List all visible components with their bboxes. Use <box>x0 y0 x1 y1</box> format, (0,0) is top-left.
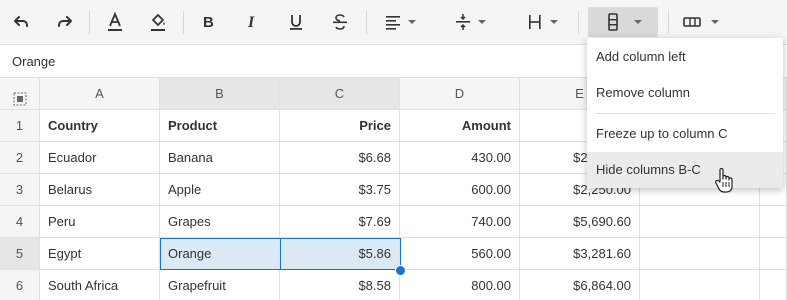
table-cell[interactable]: $3,281.60 <box>520 238 640 270</box>
menu-item-freeze-columns[interactable]: Freeze up to column C <box>587 116 783 152</box>
strikethrough-button[interactable] <box>325 7 355 37</box>
column-actions-menu: Add column left Remove column Freeze up … <box>587 38 783 188</box>
column-header-d[interactable]: D <box>400 78 520 110</box>
menu-item-remove-column[interactable]: Remove column <box>587 75 783 111</box>
toolbar-separator <box>183 11 184 34</box>
table-cell[interactable] <box>640 206 760 238</box>
merge-icon <box>682 13 702 31</box>
select-all-button[interactable] <box>0 78 40 110</box>
svg-text:B: B <box>203 14 214 31</box>
table-cell[interactable]: 800.00 <box>400 270 520 300</box>
bold-icon: B <box>198 12 218 32</box>
chevron-down-icon <box>408 20 416 24</box>
column-actions-dropdown[interactable] <box>588 7 658 37</box>
menu-item-add-column-left[interactable]: Add column left <box>587 39 783 75</box>
table-cell[interactable]: 430.00 <box>400 142 520 174</box>
table-cell[interactable] <box>640 270 760 300</box>
redo-button[interactable] <box>50 7 80 37</box>
table-cell[interactable]: $3.75 <box>280 174 400 206</box>
table-cell[interactable]: $7.69 <box>280 206 400 238</box>
selected-cell[interactable]: $5.86 <box>280 238 400 270</box>
table-cell[interactable]: Amount <box>400 110 520 142</box>
table-cell[interactable]: 740.00 <box>400 206 520 238</box>
redo-icon <box>55 12 75 32</box>
table-cell[interactable] <box>760 206 787 238</box>
wrap-icon <box>526 13 544 31</box>
menu-item-hide-columns[interactable]: Hide columns B-C <box>587 152 783 188</box>
table-cell[interactable]: Price <box>280 110 400 142</box>
chevron-down-icon <box>710 20 719 24</box>
table-cell[interactable]: Product <box>160 110 280 142</box>
row-header[interactable]: 4 <box>0 206 40 238</box>
chevron-down-icon <box>478 20 486 24</box>
italic-icon: I <box>242 12 262 32</box>
row-header[interactable]: 3 <box>0 174 40 206</box>
column-icon <box>604 12 622 32</box>
table-cell[interactable]: 560.00 <box>400 238 520 270</box>
align-middle-icon <box>454 12 472 32</box>
undo-button[interactable] <box>6 7 36 37</box>
table-cell[interactable] <box>760 238 787 270</box>
column-header-b[interactable]: B <box>160 78 280 110</box>
toolbar-separator <box>366 11 367 34</box>
text-wrap-dropdown[interactable] <box>518 7 566 37</box>
svg-text:I: I <box>247 14 255 31</box>
fill-color-icon <box>148 11 168 33</box>
select-all-icon <box>13 86 27 109</box>
table-cell[interactable] <box>760 270 787 300</box>
table-cell[interactable]: Belarus <box>40 174 160 206</box>
undo-icon <box>11 12 31 32</box>
row-header[interactable]: 2 <box>0 142 40 174</box>
strikethrough-icon <box>330 12 350 32</box>
chevron-down-icon <box>550 20 558 24</box>
table-cell[interactable]: Country <box>40 110 160 142</box>
table-cell[interactable] <box>640 238 760 270</box>
toolbar-separator <box>578 11 579 34</box>
hand-pointer-cursor-icon <box>715 167 733 197</box>
table-cell[interactable]: Apple <box>160 174 280 206</box>
bold-button[interactable]: B <box>193 7 223 37</box>
underline-icon <box>286 12 306 32</box>
table-cell[interactable]: Grapes <box>160 206 280 238</box>
table-cell[interactable]: $5,690.60 <box>520 206 640 238</box>
menu-separator <box>595 113 775 114</box>
merge-dropdown[interactable] <box>676 7 724 37</box>
selected-cell[interactable]: Orange <box>160 238 280 270</box>
table-cell[interactable]: Ecuador <box>40 142 160 174</box>
vertical-align-dropdown[interactable] <box>446 7 494 37</box>
table-cell[interactable]: $6,864.00 <box>520 270 640 300</box>
table-cell[interactable]: $6.68 <box>280 142 400 174</box>
table-cell[interactable]: South Africa <box>40 270 160 300</box>
table-cell[interactable]: 600.00 <box>400 174 520 206</box>
formula-bar-value: Orange <box>12 54 56 69</box>
row-header[interactable]: 5 <box>0 238 40 270</box>
font-color-icon <box>105 11 125 33</box>
toolbar-separator <box>668 11 669 34</box>
fill-handle[interactable] <box>395 265 406 276</box>
toolbar-separator <box>89 11 90 34</box>
chevron-down-icon <box>634 20 642 24</box>
row-header[interactable]: 6 <box>0 270 40 300</box>
italic-button[interactable]: I <box>237 7 267 37</box>
table-cell[interactable]: $8.58 <box>280 270 400 300</box>
table-cell[interactable]: Peru <box>40 206 160 238</box>
align-left-icon <box>384 13 402 31</box>
column-header-c[interactable]: C <box>280 78 400 110</box>
font-color-button[interactable] <box>100 7 130 37</box>
row-header[interactable]: 1 <box>0 110 40 142</box>
table-cell[interactable]: Egypt <box>40 238 160 270</box>
table-cell[interactable]: Banana <box>160 142 280 174</box>
fill-color-button[interactable] <box>143 7 173 37</box>
horizontal-align-dropdown[interactable] <box>376 7 424 37</box>
column-header-a[interactable]: A <box>40 78 160 110</box>
table-cell[interactable]: Grapefruit <box>160 270 280 300</box>
underline-button[interactable] <box>281 7 311 37</box>
